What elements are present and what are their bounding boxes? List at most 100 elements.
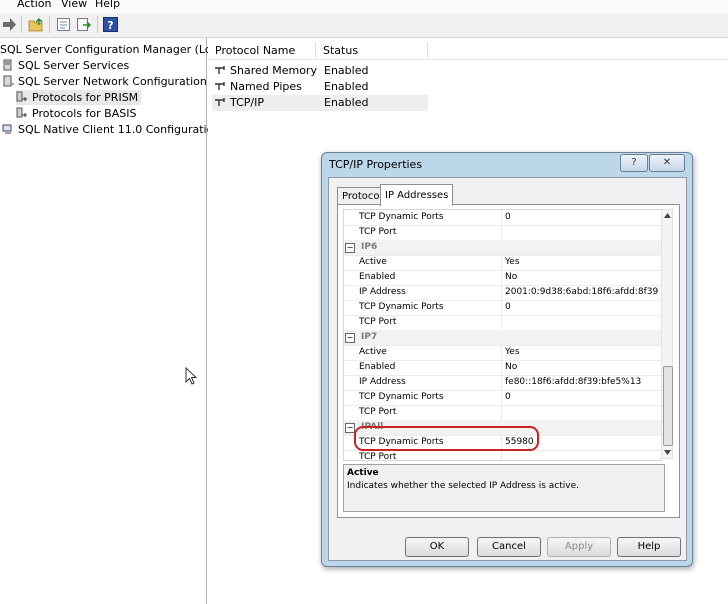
menu-bar: Action View Help [0, 0, 728, 13]
dialog-body: Protocol IP Addresses TCP Dynamic Ports 0… [328, 177, 687, 561]
property-row[interactable]: IP Address fe80::18f6:afdd:8f39:bfe5%13 [344, 375, 661, 391]
property-grid: TCP Dynamic Ports 0 TCP Port − IP6 Active Y… [343, 209, 662, 461]
property-row[interactable]: TCP Dynamic Ports 0 [344, 210, 661, 226]
scrollbar-thumb[interactable] [663, 366, 673, 446]
help-icon[interactable]: ? [103, 17, 118, 32]
tcpip-properties-dialog: TCP/IP Properties ? ✕ Protocol IP Addres… [321, 152, 693, 567]
property-key: IP Address [359, 377, 406, 387]
ok-button[interactable]: OK [405, 537, 469, 557]
property-key: IP Address [359, 287, 406, 297]
column-header-name[interactable]: Protocol Name [208, 42, 316, 59]
properties-icon[interactable] [56, 17, 71, 32]
property-row[interactable]: TCP Dynamic Ports 0 [344, 390, 661, 406]
network-icon [3, 75, 14, 87]
property-key: Enabled [359, 272, 396, 282]
property-value: fe80::18f6:afdd:8f39:bfe5%13 [505, 377, 642, 387]
category-label: IP6 [361, 242, 378, 252]
property-row[interactable]: IP Address 2001:0:9d38:6abd:18f6:afdd:8f3… [344, 285, 661, 301]
property-value: 0 [505, 212, 511, 222]
help-button[interactable]: Help [617, 537, 681, 557]
header-divider [208, 59, 728, 60]
collapse-toggle[interactable]: − [345, 243, 355, 253]
cancel-button[interactable]: Cancel [477, 537, 541, 557]
folder-up-icon[interactable] [28, 17, 43, 32]
table-row[interactable]: Shared Memory Enabled [212, 63, 428, 79]
property-row[interactable]: Active Yes [344, 255, 661, 271]
menu-action[interactable]: Action [17, 0, 51, 10]
property-row[interactable]: Enabled No [344, 270, 661, 286]
description-panel: Active Indicates whether the selected IP… [343, 464, 665, 512]
property-key: Active [359, 347, 387, 357]
protocol-icon [16, 91, 27, 102]
plug-icon [215, 82, 225, 90]
category-row[interactable]: − IP7 [344, 330, 661, 346]
tree-item-label: Protocols for PRISM [32, 91, 139, 104]
context-help-button[interactable]: ? [620, 154, 648, 172]
column-header-empty [428, 42, 728, 59]
console-tree: SQL Server Configuration Manager (Local)… [0, 38, 232, 604]
tab-panel: TCP Dynamic Ports 0 TCP Port − IP6 Active Y… [337, 204, 680, 518]
property-key: Enabled [359, 362, 396, 372]
tree-item-label: SQL Server Configuration Manager (Local) [0, 43, 232, 56]
scroll-up-icon[interactable] [664, 213, 671, 218]
protocol-status: Enabled [324, 96, 369, 109]
protocol-name: Shared Memory [230, 64, 317, 77]
category-label: IP7 [361, 332, 378, 342]
property-value: 0 [505, 302, 511, 312]
property-value: Yes [505, 257, 520, 267]
plug-icon [215, 98, 225, 106]
property-key: Active [359, 257, 387, 267]
close-button[interactable]: ✕ [649, 154, 685, 172]
protocol-status: Enabled [324, 80, 369, 93]
tree-item-root[interactable]: SQL Server Configuration Manager (Local) [0, 42, 232, 57]
mouse-cursor-icon [185, 367, 197, 385]
protocol-name: TCP/IP [230, 96, 264, 109]
forward-arrow-icon[interactable] [2, 17, 17, 32]
property-value: No [505, 362, 518, 372]
collapse-toggle[interactable]: − [345, 333, 355, 343]
table-row[interactable]: Named Pipes Enabled [212, 79, 428, 95]
property-key: TCP Port [359, 407, 397, 417]
description-text: Indicates whether the selected IP Addres… [347, 481, 579, 491]
property-row[interactable]: TCP Port [344, 225, 661, 241]
column-header-status[interactable]: Status [316, 42, 428, 59]
property-key: TCP Port [359, 317, 397, 327]
property-key: TCP Port [359, 452, 397, 461]
grid-scrollbar[interactable] [661, 209, 673, 459]
tree-item-protocols-basis[interactable]: Protocols for BASIS [16, 106, 136, 121]
property-key: TCP Dynamic Ports [359, 392, 444, 402]
property-row[interactable]: TCP Port [344, 315, 661, 331]
property-row[interactable]: Enabled No [344, 360, 661, 376]
svg-text:?: ? [107, 19, 113, 32]
tree-item-services[interactable]: SQL Server Services [2, 58, 129, 73]
tree-item-label: SQL Server Services [18, 59, 130, 72]
dialog-title: TCP/IP Properties [329, 158, 423, 171]
tab-ip-addresses[interactable]: IP Addresses [380, 184, 454, 206]
property-key: TCP Port [359, 227, 397, 237]
tree-item-native-client[interactable]: SQL Native Client 11.0 Configuration [2, 122, 220, 137]
property-row[interactable]: TCP Port [344, 450, 661, 461]
property-row[interactable]: TCP Dynamic Ports 0 [344, 300, 661, 316]
tree-item-network[interactable]: SQL Server Network Configuration [2, 74, 207, 89]
tree-item-protocols-prism[interactable]: Protocols for PRISM [16, 90, 142, 105]
property-value: Yes [505, 347, 520, 357]
services-icon [3, 59, 12, 71]
annotation-highlight [354, 426, 539, 451]
protocol-icon [16, 107, 27, 118]
menu-view[interactable]: View [61, 0, 87, 10]
client-icon [2, 124, 12, 134]
property-key: TCP Dynamic Ports [359, 302, 444, 312]
table-row[interactable]: TCP/IP Enabled [212, 95, 428, 111]
property-value: No [505, 272, 518, 282]
category-row[interactable]: − IP6 [344, 240, 661, 256]
tree-item-label: SQL Native Client 11.0 Configuration [18, 123, 221, 136]
apply-button[interactable]: Apply [547, 537, 611, 557]
menu-help[interactable]: Help [95, 0, 120, 10]
protocol-status: Enabled [324, 64, 369, 77]
property-row[interactable]: Active Yes [344, 345, 661, 361]
description-title: Active [347, 468, 379, 478]
property-row[interactable]: TCP Port [344, 405, 661, 421]
scroll-down-icon[interactable] [664, 450, 671, 455]
export-icon[interactable] [76, 17, 91, 32]
property-value: 2001:0:9d38:6abd:18f6:afdd:8f39 [505, 287, 659, 297]
